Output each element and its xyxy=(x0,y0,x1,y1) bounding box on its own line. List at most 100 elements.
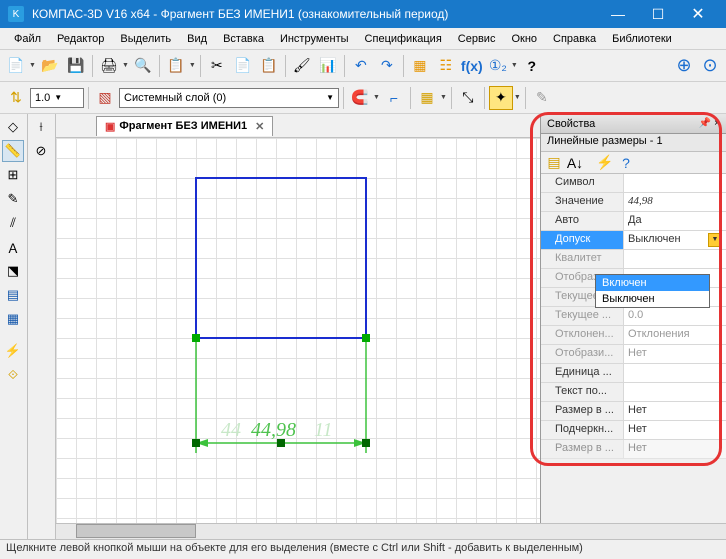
symbols-icon[interactable]: ⊞ xyxy=(2,164,24,186)
tolerance-dropdown[interactable]: Включен Выключен xyxy=(595,274,710,308)
zoom-fit-button[interactable]: ⊙ xyxy=(698,54,722,78)
lightning-icon[interactable]: ⚡ xyxy=(596,154,614,172)
prop-row-value[interactable]: Значение44,98 xyxy=(541,193,726,212)
snap-arrows-button[interactable]: ⇅ xyxy=(4,86,28,110)
sort-icon[interactable]: A↓ xyxy=(566,154,584,172)
help-button[interactable]: ? xyxy=(520,54,544,78)
rectangle-shape xyxy=(196,178,366,338)
close-button[interactable]: ✕ xyxy=(678,0,718,28)
canvas-area: ▣ Фрагмент БЕЗ ИМЕНИ1 ✕ xyxy=(56,114,540,544)
document-tabs: ▣ Фрагмент БЕЗ ИМЕНИ1 ✕ xyxy=(56,114,540,138)
highlight-button[interactable]: ✦▼ xyxy=(489,86,521,110)
edit-button[interactable]: ✎ xyxy=(530,86,554,110)
svg-text:44: 44 xyxy=(221,419,241,441)
print-button[interactable]: 🖨▼ xyxy=(97,54,129,78)
prop-row-last[interactable]: Размер в ...Нет xyxy=(541,440,726,459)
properties-button[interactable]: 📊 xyxy=(316,54,340,78)
fx-button[interactable]: f(x) xyxy=(460,54,484,78)
ortho-button[interactable]: ⌐ xyxy=(382,86,406,110)
linear-dim-icon[interactable]: ⊘ xyxy=(30,140,52,162)
select-icon[interactable]: ⬔ xyxy=(2,260,24,282)
properties-subtitle: Линейные размеры - 1 xyxy=(541,134,726,152)
prop-row-kvalitet[interactable]: Квалитет xyxy=(541,250,726,269)
layers-button[interactable]: ▧ xyxy=(93,86,117,110)
paste-button[interactable]: 📋 xyxy=(257,54,281,78)
prop-row-textafter[interactable]: Текст по... xyxy=(541,383,726,402)
prop-row-curr2[interactable]: Текущее ...0.0 xyxy=(541,307,726,326)
menu-window[interactable]: Окно xyxy=(503,31,545,47)
scroll-thumb[interactable] xyxy=(76,524,196,538)
dropdown-option-off[interactable]: Выключен xyxy=(596,291,709,307)
open-button[interactable]: 📂 xyxy=(38,54,62,78)
cut-button[interactable]: ✂ xyxy=(205,54,229,78)
menu-editor[interactable]: Редактор xyxy=(49,31,112,47)
menu-help[interactable]: Справка xyxy=(545,31,604,47)
categorize-icon[interactable]: ▤ xyxy=(545,154,563,172)
undo-button[interactable]: ↶ xyxy=(349,54,373,78)
properties-grid: Символ Значение44,98 АвтоДа ДопускВыключ… xyxy=(541,174,726,544)
document-tab[interactable]: ▣ Фрагмент БЕЗ ИМЕНИ1 ✕ xyxy=(96,116,273,136)
menu-view[interactable]: Вид xyxy=(179,31,215,47)
window-title: КОМПАС-3D V16 x64 - Фрагмент БЕЗ ИМЕНИ1 … xyxy=(32,7,598,21)
dimensions-icon[interactable]: 📏 xyxy=(2,140,24,162)
drawing-canvas[interactable]: 44 44,98 11 xyxy=(56,138,540,544)
dropdown-button[interactable]: ▼ xyxy=(708,233,722,247)
prop-row-sizein[interactable]: Размер в ...Нет xyxy=(541,402,726,421)
titlebar: K КОМПАС-3D V16 x64 - Фрагмент БЕЗ ИМЕНИ… xyxy=(0,0,726,28)
scale-combo[interactable]: 1.0▼ xyxy=(30,88,84,108)
main-toolbar: 📄▼ 📂 💾 🖨▼ 🔍 📋▼ ✂ 📄 📋 🖌 📊 ↶ ↷ ▦ ☷ f(x) ①₂… xyxy=(0,50,726,82)
prop-help-icon[interactable]: ? xyxy=(617,154,635,172)
geometry-icon[interactable]: ◇ xyxy=(2,116,24,138)
doc-button[interactable]: 📋▼ xyxy=(164,54,196,78)
calc-button[interactable]: ①₂▼ xyxy=(486,54,518,78)
coord-button[interactable]: ⤡ xyxy=(456,86,480,110)
pin-icon[interactable]: 📌 × xyxy=(699,118,720,129)
horizontal-scrollbar[interactable] xyxy=(56,523,726,539)
dimension-text: 44,98 xyxy=(251,419,296,441)
reports-icon[interactable]: ▦ xyxy=(2,308,24,330)
menu-tools[interactable]: Инструменты xyxy=(272,31,357,47)
auto-dim-icon[interactable]: ⟊ xyxy=(30,116,52,138)
prop-row-underline[interactable]: Подчеркн...Нет xyxy=(541,421,726,440)
dropdown-option-on[interactable]: Включен xyxy=(596,275,709,291)
prop-row-unit[interactable]: Единица ... xyxy=(541,364,726,383)
minimize-button[interactable]: — xyxy=(598,0,638,28)
prop-row-display2[interactable]: Отобрази...Нет xyxy=(541,345,726,364)
prop-row-symbol[interactable]: Символ xyxy=(541,174,726,193)
tools2-icon[interactable]: ⟐ xyxy=(2,364,24,386)
magnet-button[interactable]: 🧲▼ xyxy=(348,86,380,110)
menu-insert[interactable]: Вставка xyxy=(215,31,272,47)
svg-text:11: 11 xyxy=(314,419,333,441)
spec-icon[interactable]: ▤ xyxy=(2,284,24,306)
maximize-button[interactable]: ☐ xyxy=(638,0,678,28)
new-button[interactable]: 📄▼ xyxy=(4,54,36,78)
edit2-icon[interactable]: ✎ xyxy=(2,188,24,210)
redo-button[interactable]: ↷ xyxy=(375,54,399,78)
vars-button[interactable]: ☷ xyxy=(434,54,458,78)
grid-button[interactable]: ▦▼ xyxy=(415,86,447,110)
menu-select[interactable]: Выделить xyxy=(112,31,179,47)
menu-service[interactable]: Сервис xyxy=(450,31,504,47)
preview-button[interactable]: 🔍 xyxy=(131,54,155,78)
measure-icon[interactable]: Ａ xyxy=(2,236,24,258)
manager-button[interactable]: ▦ xyxy=(408,54,432,78)
fragment-icon: ▣ xyxy=(105,120,115,133)
prop-row-deviation[interactable]: Отклонен...Отклонения xyxy=(541,326,726,345)
save-button[interactable]: 💾 xyxy=(64,54,88,78)
copy-button[interactable]: 📄 xyxy=(231,54,255,78)
tab-label: Фрагмент БЕЗ ИМЕНИ1 xyxy=(119,120,247,132)
prop-row-tolerance[interactable]: ДопускВыключен▼ xyxy=(541,231,726,250)
params-icon[interactable]: ⫽ xyxy=(2,212,24,234)
properties-panel: Свойства 📌 × Линейные размеры - 1 ▤ A↓ ⚡… xyxy=(540,114,726,544)
brush-button[interactable]: 🖌 xyxy=(290,54,314,78)
menu-libs[interactable]: Библиотеки xyxy=(604,31,680,47)
menu-spec[interactable]: Спецификация xyxy=(357,31,450,47)
properties-title: Свойства xyxy=(547,118,595,130)
layer-combo[interactable]: Системный слой (0)▼ xyxy=(119,88,339,108)
tab-close-icon[interactable]: ✕ xyxy=(255,120,264,133)
insert-icon[interactable]: ⚡ xyxy=(2,340,24,362)
left-toolbar-2: ⟊ ⊘ xyxy=(28,114,56,544)
zoom-in-button[interactable]: ⊕ xyxy=(672,54,696,78)
prop-row-auto[interactable]: АвтоДа xyxy=(541,212,726,231)
menu-file[interactable]: Файл xyxy=(6,31,49,47)
